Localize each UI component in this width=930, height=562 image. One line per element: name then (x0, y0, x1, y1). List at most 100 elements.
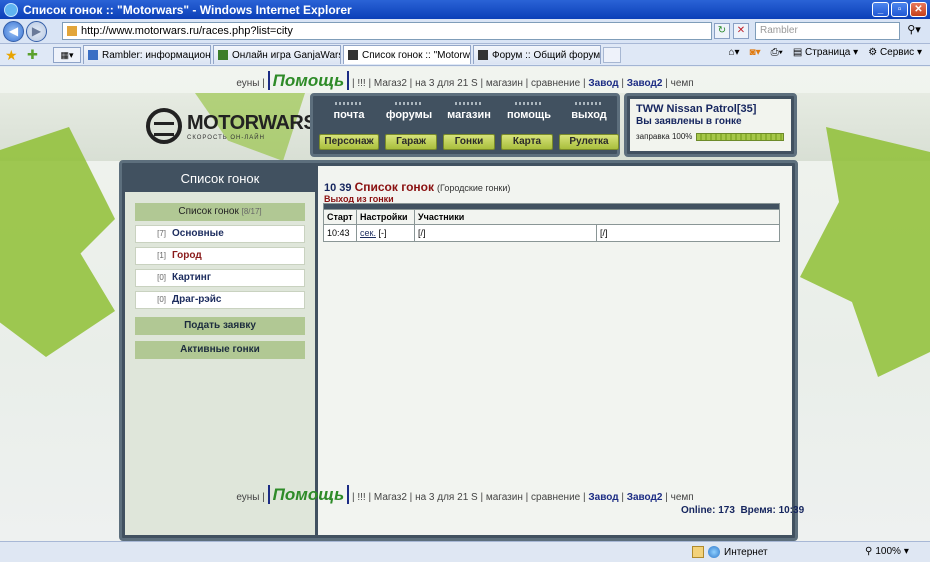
nav-factory[interactable]: Завод (588, 78, 618, 89)
nav-three-for[interactable]: на 3 для 21 S (415, 492, 478, 503)
page-menu[interactable]: ▤ Страница ▾ (793, 47, 858, 58)
category-count: [7] (157, 229, 166, 238)
nav-shop[interactable]: магазин (486, 492, 523, 503)
race-status-text: Вы заявлены в гонке (636, 116, 742, 127)
nav-excl[interactable]: !!! (357, 78, 365, 89)
cell-start: 10:43 (323, 224, 357, 242)
cell-participant-2: [/] (596, 224, 780, 242)
search-input[interactable]: Rambler (755, 22, 900, 40)
new-tab-button[interactable] (603, 46, 621, 63)
tab-rambler[interactable]: Rambler: информационно-п... (83, 45, 211, 64)
nav-item-euny[interactable]: еуны (236, 78, 259, 89)
race-list-link[interactable]: Список гонок [8/17] (135, 203, 305, 221)
category-karting[interactable]: [0] Картинг (135, 269, 305, 287)
tab-favicon (478, 50, 488, 60)
add-favorites-icon[interactable]: ✚ (27, 47, 41, 62)
print-icon[interactable]: ⎙▾ (771, 47, 783, 58)
favorites-star-icon[interactable]: ★ (5, 48, 19, 62)
race-categories-sidebar: Список гонок Список гонок [8/17] [7] Осн… (125, 166, 315, 535)
category-label: Драг-рэйс (172, 294, 222, 305)
nav-three-for[interactable]: на 3 для 21 S (415, 78, 478, 89)
settings-link[interactable]: сек. (360, 228, 376, 238)
race-table: Старт Настройки Участники 10:43 сек. [-]… (323, 203, 780, 242)
browser-status-bar: Интернет ⚲ 100% ▾ (0, 541, 930, 562)
tab-label: Онлайн игра GanjaWars.Ru ... (232, 49, 340, 61)
content-panel: Список гонок Список гонок [8/17] [7] Осн… (119, 160, 798, 541)
menu-races-button[interactable]: Гонки (443, 134, 495, 150)
nav-factory[interactable]: Завод (588, 492, 618, 503)
category-drag-race[interactable]: [0] Драг-рэйс (135, 291, 305, 309)
menu-garage-button[interactable]: Гараж (385, 134, 437, 150)
cell-settings: сек. [-] (356, 224, 415, 242)
page-menu-label: Страница (805, 47, 851, 58)
close-window-button[interactable]: ✕ (910, 2, 927, 17)
menu-character-button[interactable]: Персонаж (319, 134, 379, 150)
nav-champ[interactable]: чемп (671, 78, 694, 89)
feeds-icon[interactable]: ◙▾ (750, 47, 761, 58)
search-icon[interactable]: ⚲▾ (902, 23, 926, 39)
chevron-down-icon: ▾ (903, 546, 909, 557)
category-label: Город (172, 250, 202, 261)
nav-factory2[interactable]: Завод2 (627, 492, 663, 503)
nav-compare[interactable]: сравнение (531, 78, 580, 89)
decor-splash (800, 127, 930, 377)
current-time: 10 39 (324, 182, 352, 194)
tab-bar: ★ ✚ ▦▾ Rambler: информационно-п... Онлай… (0, 44, 930, 66)
col-start: Старт (323, 209, 357, 225)
window-title: Список гонок :: "Motorwars" - Windows In… (23, 2, 352, 17)
active-races-button[interactable]: Активные гонки (135, 341, 305, 359)
menu-forums[interactable]: форумы (379, 102, 439, 121)
nav-magaz2[interactable]: Магаз2 (374, 78, 407, 89)
nav-champ[interactable]: чемп (671, 492, 694, 503)
table-header-row: Старт Настройки Участники (323, 209, 780, 225)
maximize-button[interactable]: ▫ (891, 2, 908, 17)
cell-participant-1: [/] (414, 224, 597, 242)
back-button[interactable]: ◀ (3, 20, 24, 42)
menu-map-button[interactable]: Карта (501, 134, 553, 150)
menu-exit[interactable]: выход (559, 102, 619, 121)
tab-label: Список гонок :: "Motorw... (362, 49, 471, 61)
apply-race-button[interactable]: Подать заявку (135, 317, 305, 335)
refresh-button[interactable]: ↻ (714, 23, 730, 39)
nav-excl[interactable]: !!! (357, 492, 365, 503)
menu-shop[interactable]: магазин (439, 102, 499, 121)
nav-shop[interactable]: магазин (486, 78, 523, 89)
tools-menu-label: Сервис (879, 47, 915, 58)
category-count: [0] (157, 295, 166, 304)
race-list-label: Список гонок (178, 206, 239, 217)
menu-roulette-button[interactable]: Рулетка (559, 134, 619, 150)
minimize-button[interactable]: _ (872, 2, 889, 17)
bottom-navigation: еуны | Помощь | !!! | Магаз2 | на 3 для … (236, 485, 694, 504)
nav-help[interactable]: Помощь (267, 71, 350, 90)
nav-help[interactable]: Помощь (267, 485, 350, 504)
nav-factory2[interactable]: Завод2 (627, 78, 663, 89)
category-city[interactable]: [1] Город (135, 247, 305, 265)
zoom-control[interactable]: ⚲ 100% ▾ (865, 546, 909, 557)
stop-button[interactable]: ✕ (733, 23, 749, 39)
tab-forum[interactable]: Форум :: Общий форум :: "... (473, 45, 601, 64)
nav-item-euny[interactable]: еуны (236, 492, 259, 503)
menu-help[interactable]: помощь (499, 102, 559, 121)
home-icon[interactable]: ⌂▾ (728, 47, 739, 58)
fuel-label: заправка 100% (636, 132, 693, 141)
car-name[interactable]: TWW Nissan Patrol[35] (636, 103, 785, 115)
category-count: [0] (157, 273, 166, 282)
tab-ganjawars[interactable]: Онлайн игра GanjaWars.Ru ... (213, 45, 341, 64)
security-icon[interactable] (692, 546, 704, 558)
window-title-bar: Список гонок :: "Motorwars" - Windows In… (0, 0, 930, 19)
forward-button[interactable]: ▶ (26, 20, 47, 42)
quick-tabs-button[interactable]: ▦▾ (53, 46, 81, 63)
category-label: Основные (172, 228, 224, 239)
online-time-info: Online: 173 Время: 10:39 (681, 505, 805, 516)
col-settings: Настройки (356, 209, 415, 225)
tab-motorwars[interactable]: Список гонок :: "Motorw... ✕ (343, 45, 471, 64)
race-list-main: 10 39 Список гонок (Городские гонки) Вых… (318, 166, 792, 535)
nav-magaz2[interactable]: Магаз2 (374, 492, 407, 503)
tab-favicon (88, 50, 98, 60)
tools-menu[interactable]: ⚙ Сервис ▾ (868, 47, 922, 58)
menu-mail[interactable]: почта (319, 102, 379, 121)
nav-compare[interactable]: сравнение (531, 492, 580, 503)
zoom-icon: ⚲ (865, 546, 873, 557)
address-field[interactable]: http://www.motorwars.ru/races.php?list=c… (62, 22, 712, 40)
category-main[interactable]: [7] Основные (135, 225, 305, 243)
